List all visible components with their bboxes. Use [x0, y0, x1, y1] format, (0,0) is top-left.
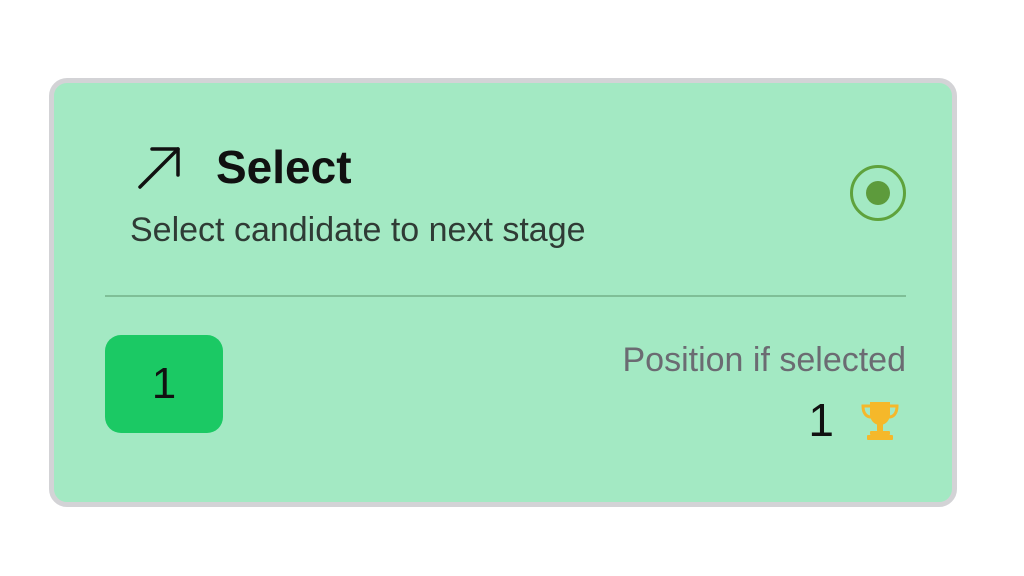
count-badge: 1: [105, 335, 223, 433]
select-radio-button[interactable]: [850, 165, 906, 221]
select-option-card[interactable]: Select Select candidate to next stage 1 …: [49, 78, 957, 507]
option-description: Select candidate to next stage: [130, 211, 586, 249]
option-header: Select: [134, 141, 352, 193]
position-label: Position if selected: [622, 341, 907, 379]
position-value: 1: [808, 394, 834, 446]
position-row: 1: [808, 397, 902, 443]
radio-selected-dot: [866, 181, 890, 205]
option-title: Select: [216, 141, 352, 193]
trophy-icon: [861, 402, 899, 440]
divider: [105, 295, 906, 297]
arrow-up-right-icon: [138, 147, 180, 189]
